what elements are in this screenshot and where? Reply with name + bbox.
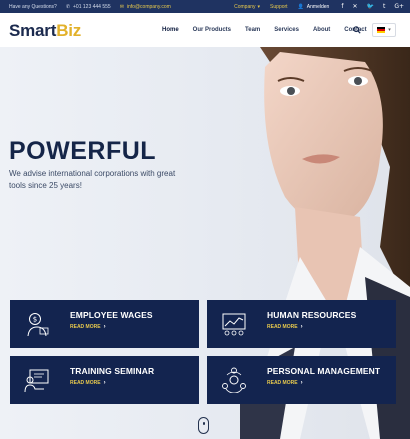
- card-title: HUMAN RESOURCES: [267, 310, 357, 320]
- read-more-link[interactable]: READ MORE ›: [70, 380, 106, 386]
- nav-services[interactable]: Services: [274, 27, 299, 33]
- german-flag-icon: [377, 27, 386, 33]
- svg-text:$: $: [33, 316, 37, 324]
- search-icon[interactable]: [353, 26, 361, 34]
- employee-wages-icon: $: [27, 313, 49, 337]
- chevron-down-icon: ▾: [257, 3, 261, 10]
- chevron-right-icon: ›: [300, 380, 303, 386]
- read-more-label: READ MORE: [70, 380, 101, 386]
- nav-our-products[interactable]: Our Products: [193, 27, 231, 33]
- support-label: Support: [270, 3, 288, 10]
- human-resources-icon: [222, 313, 246, 336]
- top-bar: Have any Questions? ✆ +01 123 444 555 ✉ …: [0, 0, 410, 13]
- card-personal-management[interactable]: PERSONAL MANAGEMENT READ MORE ›: [207, 356, 396, 404]
- phone-link[interactable]: ✆ +01 123 444 555: [66, 4, 111, 10]
- email-text: info@company.com: [126, 3, 171, 10]
- contact-question: Have any Questions?: [9, 4, 57, 10]
- nav-about[interactable]: About: [313, 27, 330, 33]
- logo-main: Smart: [9, 21, 57, 40]
- email-link[interactable]: ✉ info@company.com: [120, 4, 171, 10]
- phone-text: +01 123 444 555: [73, 3, 111, 10]
- user-icon: 👤: [297, 3, 304, 10]
- main-header: SmartBiz Home Our Products Team Services…: [0, 13, 410, 47]
- chevron-right-icon: ›: [103, 324, 106, 330]
- chevron-right-icon: ›: [300, 324, 303, 330]
- personal-management-icon: [222, 367, 246, 393]
- login-link[interactable]: 👤 Anmelden: [298, 4, 330, 10]
- facebook-icon[interactable]: f: [341, 3, 343, 10]
- card-title: TRAINING SEMINAR: [70, 366, 155, 376]
- logo-accent: Biz: [56, 21, 82, 40]
- logo[interactable]: SmartBiz: [9, 21, 81, 41]
- card-training-seminar[interactable]: TRAINING SEMINAR READ MORE ›: [10, 356, 199, 404]
- read-more-link[interactable]: READ MORE ›: [267, 324, 303, 330]
- question-text: Have any Questions?: [9, 3, 57, 10]
- read-more-link[interactable]: READ MORE ›: [70, 324, 106, 330]
- company-dropdown[interactable]: Company ▾: [234, 4, 260, 10]
- xing-icon[interactable]: ✕: [352, 3, 357, 10]
- language-selector[interactable]: ▾: [372, 23, 396, 37]
- chevron-down-icon: ▾: [388, 27, 391, 33]
- main-nav: Home Our Products Team Services About Co…: [162, 13, 381, 47]
- read-more-label: READ MORE: [70, 324, 101, 330]
- card-human-resources[interactable]: HUMAN RESOURCES READ MORE ›: [207, 300, 396, 348]
- twitter-icon[interactable]: 🐦: [366, 3, 373, 10]
- google-plus-icon[interactable]: G+: [394, 3, 404, 10]
- chevron-right-icon: ›: [103, 380, 106, 386]
- nav-team[interactable]: Team: [245, 27, 260, 33]
- scroll-down-indicator[interactable]: [198, 417, 209, 434]
- mail-icon: ✉: [119, 3, 124, 10]
- read-more-label: READ MORE: [267, 380, 298, 386]
- training-seminar-icon: [24, 369, 49, 393]
- support-link[interactable]: Support: [270, 4, 288, 10]
- read-more-label: READ MORE: [267, 324, 298, 330]
- card-employee-wages[interactable]: $ EMPLOYEE WAGES READ MORE ›: [10, 300, 199, 348]
- card-title: EMPLOYEE WAGES: [70, 310, 153, 320]
- card-title: PERSONAL MANAGEMENT: [267, 366, 381, 376]
- read-more-link[interactable]: READ MORE ›: [267, 380, 303, 386]
- scroll-dot: [202, 422, 205, 425]
- login-label: Anmelden: [306, 3, 330, 10]
- hero-subtitle: We advise international corporations wit…: [9, 169, 176, 190]
- phone-icon: ✆: [65, 3, 71, 10]
- hero-title: POWERFUL: [9, 137, 157, 165]
- nav-home[interactable]: Home: [162, 27, 179, 33]
- company-label: Company: [234, 3, 256, 10]
- tumblr-icon[interactable]: t: [383, 3, 385, 10]
